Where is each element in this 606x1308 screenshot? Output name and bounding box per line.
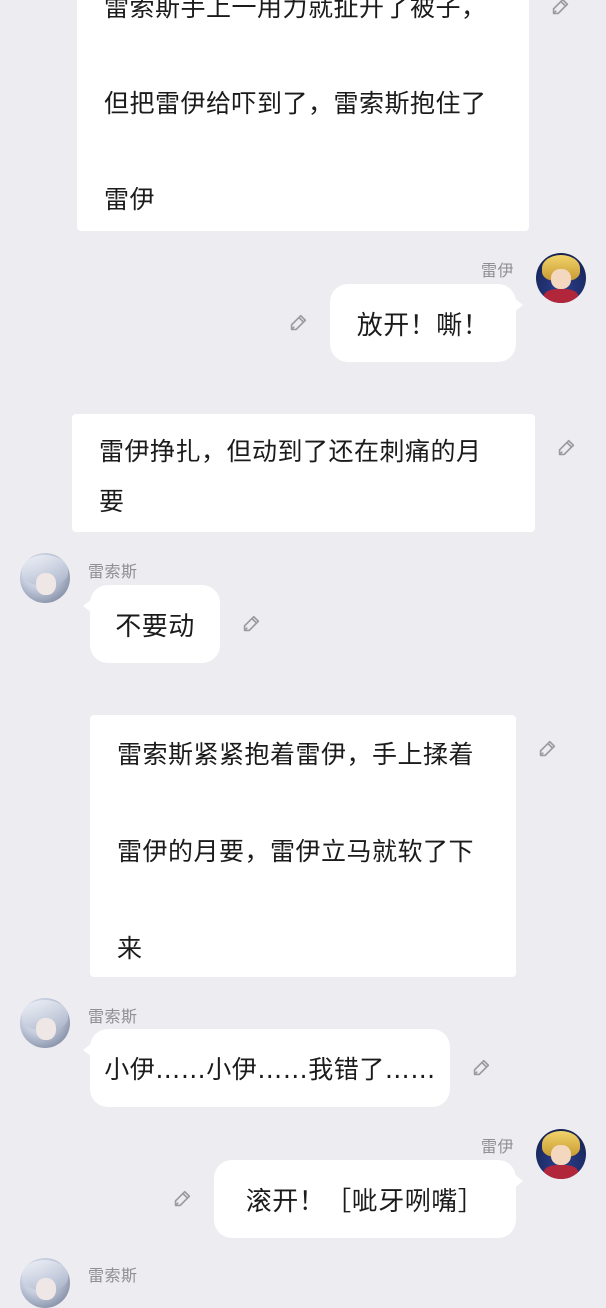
edit-pencil-icon[interactable] [549,0,571,18]
narration-line: 雷伊挣扎，但动到了还在刺痛的月 [99,437,482,466]
sender-name: 雷伊 [481,261,515,280]
edit-pencil-icon[interactable] [171,1188,193,1210]
message-text: 放开！嘶！ [356,310,490,341]
chat-bubble[interactable]: 不要动 [83,585,220,663]
narration-block: 雷索斯紧紧抱着雷伊，手上揉着 雷伊的月要，雷伊立马就软了下 来 [90,715,516,977]
edit-pencil-icon[interactable] [470,1057,492,1079]
reisus-avatar[interactable] [20,553,70,603]
chat-bubble[interactable]: 放开！嘶！ [330,284,523,362]
edit-pencil-icon[interactable] [287,312,309,334]
edit-pencil-icon[interactable] [240,613,262,635]
chat-bubble[interactable]: 小伊……小伊……我错了…… [83,1029,450,1107]
narration-line: 要 [99,487,125,516]
narration-line: 但把雷伊给吓到了，雷索斯抱住了 [104,89,487,118]
narration-line: 雷索斯手上一用力就扯开了被子， [104,0,487,22]
narration-line: 雷伊 [104,185,156,214]
sender-name: 雷索斯 [88,562,138,581]
edit-pencil-icon[interactable] [536,738,558,760]
rean-avatar[interactable] [536,1129,586,1179]
edit-pencil-icon[interactable] [555,437,577,459]
narration-block: 雷索斯手上一用力就扯开了被子， 但把雷伊给吓到了，雷索斯抱住了 雷伊 [77,0,529,231]
reisus-avatar[interactable] [20,998,70,1048]
narration-line: 雷索斯紧紧抱着雷伊，手上揉着 [117,740,475,769]
message-text: 小伊……小伊……我错了…… [104,1055,436,1084]
sender-name: 雷索斯 [88,1007,138,1026]
narration-block: 雷伊挣扎，但动到了还在刺痛的月 要 [72,414,535,532]
narration-line: 来 [117,934,143,963]
narration-line: 雷伊的月要，雷伊立马就软了下 [117,837,475,866]
message-text: 不要动 [115,611,195,642]
sender-name: 雷伊 [481,1137,515,1156]
chat-bubble[interactable]: 滚开！［呲牙咧嘴］ [214,1160,523,1238]
rean-avatar[interactable] [536,253,586,303]
reisus-avatar[interactable] [20,1258,70,1308]
message-text: 滚开！［呲牙咧嘴］ [245,1186,485,1217]
sender-name: 雷索斯 [88,1266,138,1285]
